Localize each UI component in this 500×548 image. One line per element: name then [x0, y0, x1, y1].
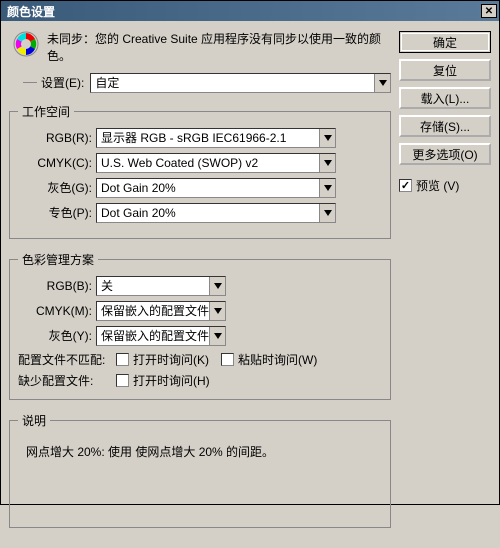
warning-icon [13, 31, 39, 65]
titlebar: 颜色设置 ✕ [1, 1, 499, 21]
checkbox-icon [221, 353, 234, 366]
policy-rgb-label: RGB(B): [18, 279, 96, 293]
chevron-down-icon[interactable] [374, 74, 390, 92]
load-button[interactable]: 载入(L)... [399, 87, 491, 109]
workspace-group: 工作空间 RGB(R): 显示器 RGB - sRGB IEC61966-2.1… [9, 103, 391, 239]
ask-open2-checkbox[interactable]: 打开时询问(H) [116, 372, 210, 389]
chevron-down-icon[interactable] [209, 277, 225, 295]
save-button[interactable]: 存储(S)... [399, 115, 491, 137]
mismatch-label: 配置文件不匹配: [18, 351, 116, 368]
window-title: 颜色设置 [7, 3, 55, 20]
sync-warning: 未同步：您的 Creative Suite 应用程序没有同步以使用一致的颜色。 [9, 29, 391, 73]
ok-button[interactable]: 确定 [399, 31, 491, 53]
workspace-legend: 工作空间 [18, 103, 74, 120]
chevron-down-icon[interactable] [319, 129, 335, 147]
settings-select[interactable]: 自定 [90, 73, 391, 93]
checkbox-icon [399, 179, 412, 192]
preview-checkbox[interactable]: 预览 (V) [399, 177, 491, 194]
gray-label: 灰色(G): [18, 179, 96, 196]
workspace-spot-select[interactable]: Dot Gain 20% [96, 203, 336, 223]
policy-gray-label: 灰色(Y): [18, 327, 96, 344]
chevron-down-icon[interactable] [319, 204, 335, 222]
workspace-gray-select[interactable]: Dot Gain 20% [96, 178, 336, 198]
workspace-rgb-select[interactable]: 显示器 RGB - sRGB IEC61966-2.1 [96, 128, 336, 148]
ask-open-checkbox[interactable]: 打开时询问(K) [116, 351, 209, 368]
reset-button[interactable]: 复位 [399, 59, 491, 81]
settings-label: 设置(E): [41, 74, 84, 91]
policy-rgb-select[interactable]: 关 [96, 276, 226, 296]
ask-paste-checkbox[interactable]: 粘贴时询问(W) [221, 351, 317, 368]
cmyk-label: CMYK(C): [18, 156, 96, 170]
checkbox-icon [116, 353, 129, 366]
divider [23, 82, 37, 83]
policy-gray-select[interactable]: 保留嵌入的配置文件 [96, 326, 226, 346]
missing-label: 缺少配置文件: [18, 372, 116, 389]
spot-label: 专色(P): [18, 204, 96, 221]
policy-cmyk-label: CMYK(M): [18, 304, 96, 318]
policy-group: 色彩管理方案 RGB(B): 关 CMYK(M): 保留嵌入的配置文件 灰色(Y… [9, 251, 391, 400]
workspace-cmyk-select[interactable]: U.S. Web Coated (SWOP) v2 [96, 153, 336, 173]
chevron-down-icon[interactable] [319, 154, 335, 172]
close-button[interactable]: ✕ [481, 4, 497, 18]
chevron-down-icon[interactable] [319, 179, 335, 197]
rgb-label: RGB(R): [18, 131, 96, 145]
desc-legend: 说明 [18, 412, 50, 429]
more-options-button[interactable]: 更多选项(O) [399, 143, 491, 165]
warning-text: 未同步：您的 Creative Suite 应用程序没有同步以使用一致的颜色。 [47, 31, 387, 65]
chevron-down-icon[interactable] [209, 327, 225, 345]
desc-group: 说明 网点增大 20%: 使用 使网点增大 20% 的间距。 [9, 412, 391, 528]
policy-cmyk-select[interactable]: 保留嵌入的配置文件 [96, 301, 226, 321]
chevron-down-icon[interactable] [209, 302, 225, 320]
checkbox-icon [116, 374, 129, 387]
policy-legend: 色彩管理方案 [18, 251, 98, 268]
settings-value: 自定 [91, 74, 374, 91]
